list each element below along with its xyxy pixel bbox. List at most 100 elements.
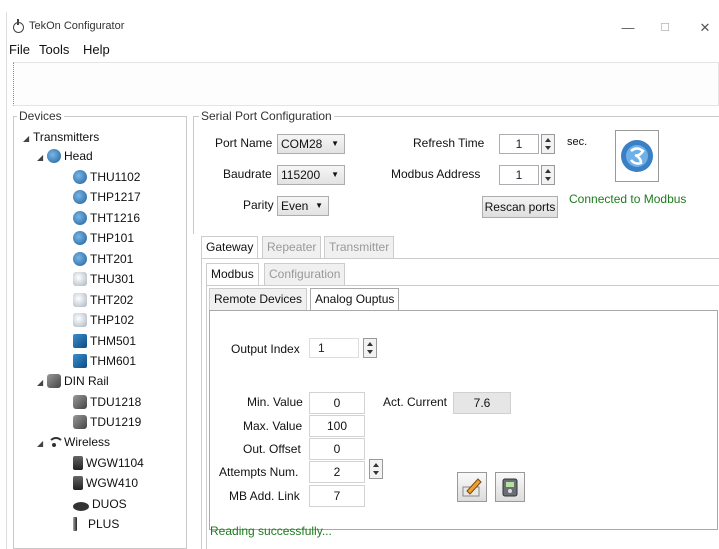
tree-item-wgw410[interactable]: WGW410: [73, 473, 138, 493]
din-device-icon: [73, 395, 87, 409]
sensor-icon: [73, 272, 87, 286]
tree-item-duos[interactable]: DUOS: [73, 494, 127, 514]
parity-select[interactable]: Even ▼: [277, 196, 329, 216]
device-read-icon: [502, 478, 518, 497]
min-value-field[interactable]: 0: [309, 392, 365, 414]
port-name-select[interactable]: COM28 ▼: [277, 134, 345, 154]
spin-down-icon[interactable]: [545, 146, 551, 150]
tab-analog-outputs[interactable]: Analog Ouptus: [310, 288, 400, 310]
tree-node-wireless[interactable]: ◢ Wireless: [37, 432, 110, 452]
out-offset-field[interactable]: 0: [309, 438, 365, 460]
serial-group-label: Serial Port Configuration: [199, 109, 334, 123]
menu-file[interactable]: File: [9, 42, 30, 57]
mb-add-link-label: MB Add. Link: [229, 489, 300, 503]
mb-add-link-field[interactable]: 7: [309, 485, 365, 507]
output-index-input[interactable]: 1: [309, 338, 359, 358]
tree-item-thu301[interactable]: THU301: [73, 269, 135, 289]
dropdown-arrow-icon: ▼: [331, 139, 339, 148]
din-device-icon: [73, 415, 87, 429]
max-value-field[interactable]: 100: [309, 415, 365, 437]
tree-item-thm601[interactable]: THM601: [73, 351, 136, 371]
modbus-globe-icon: [621, 140, 653, 172]
tab-modbus[interactable]: Modbus: [206, 263, 259, 285]
tree-item-wgw1104[interactable]: WGW1104: [73, 453, 144, 473]
spin-down-icon[interactable]: [367, 350, 373, 354]
wifi-icon: [47, 435, 64, 449]
baudrate-label: Baudrate: [223, 167, 272, 181]
baudrate-select[interactable]: 115200 ▼: [277, 165, 345, 185]
tab-remote-devices[interactable]: Remote Devices: [209, 288, 308, 310]
expand-icon[interactable]: ◢: [37, 148, 47, 168]
spin-up-icon[interactable]: [545, 138, 551, 142]
main-window: TekOn Configurator — ☐ ✕ File Tools Help…: [6, 12, 719, 549]
status-message: Reading successfully...: [210, 524, 332, 538]
tree-item-thp1217[interactable]: THP1217: [73, 187, 141, 207]
port-name-label: Port Name: [215, 136, 273, 150]
sensor-icon: [73, 170, 87, 184]
sensor-icon: [73, 252, 87, 266]
modbus-connect-button[interactable]: [615, 130, 659, 182]
modbus-address-stepper[interactable]: [541, 165, 555, 185]
minimize-button[interactable]: —: [613, 18, 643, 38]
expand-icon[interactable]: ◢: [37, 373, 47, 393]
tree-node-din-rail[interactable]: ◢ DIN Rail: [37, 371, 109, 391]
duos-icon: [73, 502, 89, 511]
act-current-label: Act. Current: [383, 395, 448, 409]
spin-up-icon[interactable]: [373, 463, 379, 467]
modbus-address-label: Modbus Address: [391, 167, 481, 181]
refresh-time-label: Refresh Time: [413, 136, 485, 150]
menu-tools[interactable]: Tools: [39, 42, 69, 57]
attempts-num-field[interactable]: 2: [309, 461, 365, 483]
tab-gateway[interactable]: Gateway: [201, 236, 259, 258]
tree-item-tdu1218[interactable]: TDU1218: [73, 392, 141, 412]
module-icon: [73, 334, 87, 348]
modbus-address-input[interactable]: 1: [499, 165, 539, 185]
tab-repeater[interactable]: Repeater: [262, 236, 322, 258]
spin-up-icon[interactable]: [545, 169, 551, 173]
tree-item-thu1102[interactable]: THU1102: [73, 167, 140, 187]
sensor-icon: [73, 231, 87, 245]
tab-transmitter[interactable]: Transmitter: [324, 236, 395, 258]
refresh-time-input[interactable]: 1: [499, 134, 539, 154]
read-button[interactable]: [495, 472, 525, 502]
devices-group-label: Devices: [17, 109, 64, 123]
module-icon: [73, 354, 87, 368]
expand-icon[interactable]: ◢: [23, 129, 33, 149]
tree-item-tht202[interactable]: THT202: [73, 290, 133, 310]
output-index-stepper[interactable]: [363, 338, 377, 358]
menu-help[interactable]: Help: [83, 42, 110, 57]
refresh-time-stepper[interactable]: [541, 134, 555, 154]
app-power-icon: [13, 19, 24, 33]
maximize-button[interactable]: ☐: [650, 18, 680, 38]
sensor-icon: [73, 293, 87, 307]
spin-up-icon[interactable]: [367, 342, 373, 346]
dropdown-arrow-icon: ▼: [315, 201, 323, 210]
tab-configuration[interactable]: Configuration: [264, 263, 346, 285]
sensor-icon: [73, 190, 87, 204]
write-button[interactable]: [457, 472, 487, 502]
attempts-num-label: Attempts Num.: [219, 465, 299, 479]
tree-item-thp102[interactable]: THP102: [73, 310, 134, 330]
dropdown-arrow-icon: ▼: [331, 170, 339, 179]
tree-item-plus[interactable]: PLUS: [73, 514, 119, 534]
tree-item-tht201[interactable]: THT201: [73, 249, 133, 269]
rescan-ports-button[interactable]: Rescan ports: [482, 196, 558, 218]
refresh-unit: sec.: [567, 136, 588, 148]
output-index-label: Output Index: [231, 342, 300, 356]
tree-node-transmitters[interactable]: ◢ Transmitters: [23, 127, 99, 147]
pencil-write-icon: [462, 478, 482, 497]
spin-down-icon[interactable]: [373, 471, 379, 475]
close-button[interactable]: ✕: [690, 18, 719, 38]
tree-node-head[interactable]: ◢ Head: [37, 146, 93, 166]
attempts-num-stepper[interactable]: [369, 459, 383, 479]
tree-item-thm501[interactable]: THM501: [73, 331, 136, 351]
max-value-label: Max. Value: [243, 419, 303, 433]
spin-down-icon[interactable]: [545, 177, 551, 181]
expand-icon[interactable]: ◢: [37, 434, 47, 454]
toolbar: [13, 62, 719, 106]
tree-item-tht1216[interactable]: THT1216: [73, 208, 140, 228]
tree-item-tdu1219[interactable]: TDU1219: [73, 412, 141, 432]
tree-item-thp101[interactable]: THP101: [73, 228, 134, 248]
window-title: TekOn Configurator: [29, 20, 125, 32]
min-value-label: Min. Value: [247, 395, 303, 409]
